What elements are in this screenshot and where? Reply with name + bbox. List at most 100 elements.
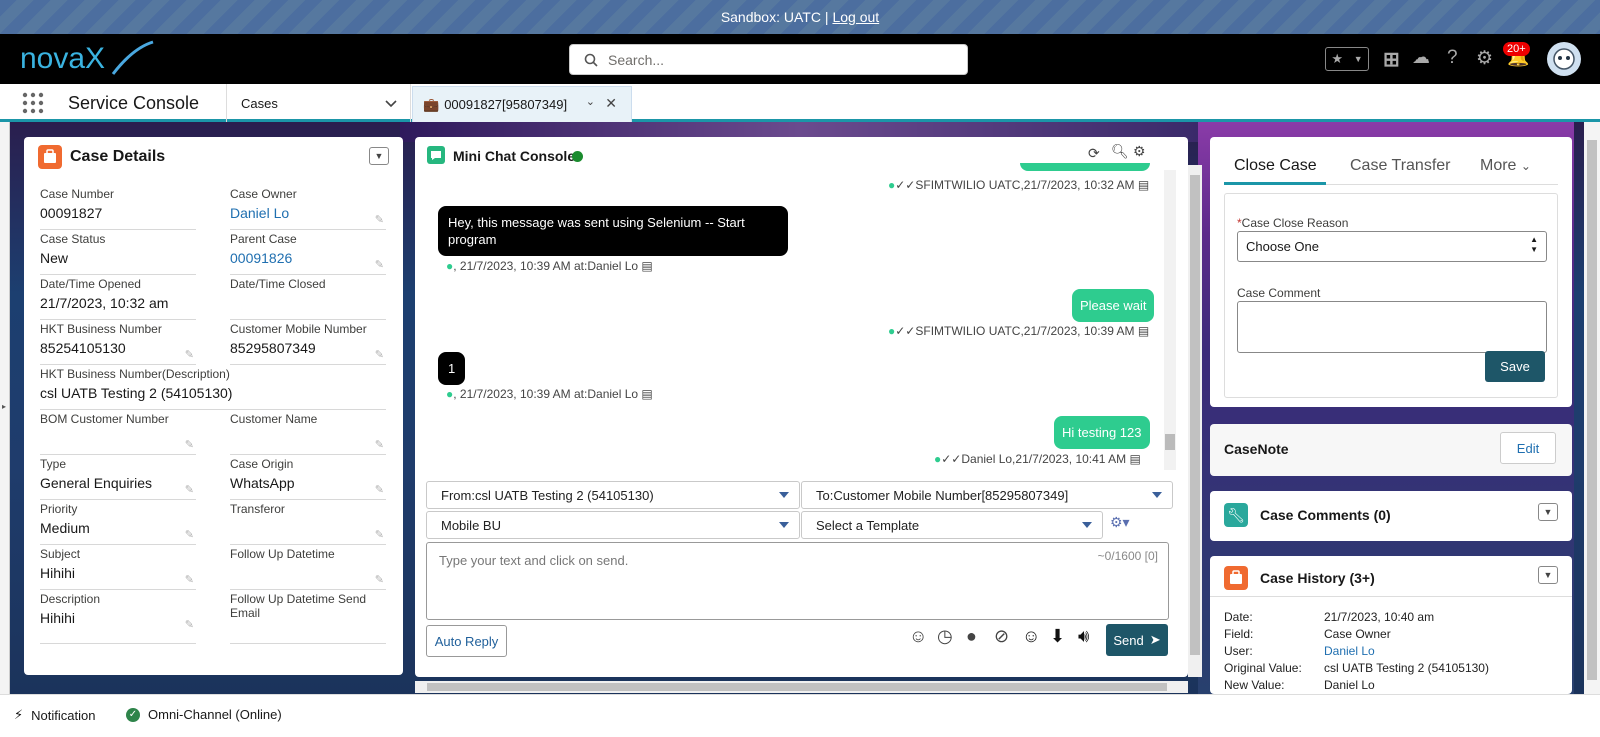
message-action-icon[interactable]: ▤ <box>641 259 652 273</box>
emoji-icon[interactable]: ☺ <box>1022 626 1040 647</box>
favorites-button[interactable]: ★ ▼ <box>1325 47 1369 71</box>
chat-horizontal-scrollbar[interactable] <box>415 681 1188 693</box>
chevron-down-icon: ▼ <box>374 151 384 161</box>
edit-pencil-icon[interactable]: ✎ <box>185 438 194 451</box>
novax-logo: novaX <box>18 38 158 80</box>
gear-icon[interactable]: ⚙ <box>1476 47 1493 70</box>
message-action-icon[interactable]: ▤ <box>1138 178 1149 192</box>
edit-pencil-icon[interactable]: ✎ <box>375 438 384 451</box>
message-action-icon[interactable]: ▤ <box>1130 452 1141 466</box>
template-settings-icon[interactable]: ⚙▾ <box>1110 514 1130 531</box>
field-bom-customer-number: BOM Customer Number ✎ <box>40 412 196 455</box>
edit-pencil-icon[interactable]: ✎ <box>375 258 384 271</box>
svg-text:novaX: novaX <box>20 42 105 75</box>
field-type: Type General Enquiries ✎ <box>40 457 196 500</box>
from-select[interactable]: From:csl UATB Testing 2 (54105130) <box>426 481 800 509</box>
chevron-down-icon: ⌄ <box>1520 159 1531 173</box>
casenote-title: CaseNote <box>1224 441 1289 457</box>
dropdown-arrow-icon <box>1082 522 1092 528</box>
tab-case-00091827[interactable]: 💼 00091827[95807349] ⌄ ✕ <box>412 86 632 122</box>
chat-icon <box>427 146 445 164</box>
notification-utility[interactable]: ⚡︎ Notification <box>14 707 95 723</box>
message-action-icon[interactable]: ▤ <box>1138 324 1149 338</box>
gear-icon[interactable]: ⚙ <box>1133 143 1146 160</box>
utility-bar: ⚡︎ Notification ✓ Omni-Channel (Online) <box>0 694 1600 737</box>
template-select[interactable]: Select a Template <box>801 511 1103 539</box>
close-icon[interactable]: ✕ <box>605 95 617 112</box>
case-close-reason-label: *Case Close Reason <box>1237 216 1349 230</box>
edit-pencil-icon[interactable]: ✎ <box>375 528 384 541</box>
case-close-reason-select[interactable]: Choose One ▲ ▼ <box>1237 231 1547 262</box>
chevron-down-icon[interactable]: ⌄ <box>586 95 595 108</box>
omni-channel-utility[interactable]: ✓ Omni-Channel (Online) <box>126 707 282 722</box>
case-comments-menu-button[interactable]: ▼ <box>1538 503 1558 521</box>
app-launcher-icon[interactable] <box>22 92 44 117</box>
speaker-icon[interactable]: 🔊︎ <box>1078 626 1089 647</box>
download-icon[interactable]: ⬇ <box>1050 626 1065 647</box>
edit-pencil-icon[interactable]: ✎ <box>375 483 384 496</box>
message-action-icon[interactable]: ▤ <box>641 387 652 401</box>
send-button[interactable]: Send ➤ <box>1106 624 1168 656</box>
case-details-title: Case Details <box>70 148 166 165</box>
edit-pencil-icon[interactable]: ✎ <box>185 348 194 361</box>
add-icon[interactable]: ⊞ <box>1383 47 1400 72</box>
help-icon[interactable]: ? <box>1447 47 1458 69</box>
console-nav: Service Console Cases 💼 00091827[9580734… <box>0 84 1600 122</box>
to-select[interactable]: To:Customer Mobile Number[85295807349] <box>801 481 1173 509</box>
auto-reply-button[interactable]: Auto Reply <box>426 625 507 657</box>
edit-pencil-icon[interactable]: ✎ <box>375 348 384 361</box>
edit-pencil-icon[interactable]: ✎ <box>185 528 194 541</box>
message-meta: ●, 21/7/2023, 10:39 AM at:Daniel Lo ▤ <box>446 387 653 401</box>
edit-pencil-icon[interactable]: ✎ <box>375 213 384 226</box>
nav-cases-dropdown[interactable]: Cases <box>226 84 411 122</box>
global-search[interactable]: Search... <box>569 44 968 75</box>
case-details-panel: Case Details ▼ Case Number 00091827 Case … <box>24 137 403 675</box>
notification-badge: 20+ <box>1503 42 1530 56</box>
message-input[interactable]: Type your text and click on send. ~0/160… <box>426 542 1169 620</box>
case-comment-label: Case Comment <box>1237 286 1321 300</box>
tab-case-transfer[interactable]: Case Transfer <box>1350 157 1450 175</box>
case-history-menu-button[interactable]: ▼ <box>1538 566 1558 584</box>
save-button[interactable]: Save <box>1485 351 1545 382</box>
chevron-down-icon: ▼ <box>1353 54 1363 64</box>
business-unit-select[interactable]: Mobile BU <box>426 511 800 539</box>
edit-pencil-icon[interactable]: ✎ <box>375 573 384 586</box>
updown-arrow-icon: ▲ ▼ <box>1530 235 1538 254</box>
edit-pencil-icon[interactable]: ✎ <box>185 483 194 496</box>
field-hkt-business-description: HKT Business Number(Description) csl UATB… <box>40 367 386 410</box>
logout-link[interactable]: Log out <box>832 9 879 25</box>
clock-icon[interactable]: ◷ <box>937 626 953 647</box>
edit-pencil-icon[interactable]: ✎ <box>185 573 194 586</box>
casenote-panel: CaseNote Edit <box>1210 424 1572 476</box>
tab-more[interactable]: More ⌄ <box>1480 157 1531 175</box>
chevron-down-icon: ▼ <box>1543 570 1553 580</box>
attachment-icon[interactable]: ⊘ <box>994 626 1009 647</box>
case-icon <box>1224 566 1248 590</box>
field-case-owner: Case Owner Daniel Lo ✎ <box>230 187 386 230</box>
chat-bubble-icon[interactable]: ● <box>966 626 977 647</box>
parent-case-link[interactable]: 00091826 <box>230 250 292 266</box>
avatar[interactable] <box>1547 42 1581 76</box>
case-comments-title: Case Comments (0) <box>1260 507 1391 523</box>
message-meta: ●✓✓Daniel Lo,21/7/2023, 10:41 AM ▤ <box>934 452 1141 466</box>
history-user-link[interactable]: Daniel Lo <box>1324 644 1375 658</box>
left-collapse-handle[interactable]: ▸ <box>0 122 10 694</box>
casenote-edit-button[interactable]: Edit <box>1500 432 1556 464</box>
tab-close-case[interactable]: Close Case <box>1234 157 1317 175</box>
search-icon[interactable]: 🔍︎ <box>1111 143 1129 160</box>
refresh-icon[interactable]: ⟳ <box>1088 145 1100 162</box>
page-scrollbar[interactable] <box>1584 122 1600 694</box>
chevron-down-icon[interactable] <box>384 96 398 110</box>
case-comment-input[interactable] <box>1237 301 1547 353</box>
edit-pencil-icon[interactable]: ✎ <box>185 618 194 631</box>
message-meta: ●✓✓SFIMTWILIO UATC,21/7/2023, 10:39 AM ▤ <box>888 324 1150 338</box>
chat-panel-scrollbar[interactable] <box>1188 165 1202 677</box>
message-bubble-outgoing: Hi testing 123 <box>1054 416 1150 449</box>
trailhead-icon[interactable]: ☁ <box>1412 47 1430 68</box>
chat-scrollbar[interactable] <box>1164 170 1176 470</box>
history-row-new-value: New Value: Daniel Lo <box>1224 678 1375 692</box>
message-meta: ●✓✓SFIMTWILIO UATC,21/7/2023, 10:32 AM ▤ <box>888 178 1150 192</box>
case-details-menu-button[interactable]: ▼ <box>369 147 389 165</box>
case-owner-link[interactable]: Daniel Lo <box>230 205 289 221</box>
emoji-group-icon[interactable]: ☺ <box>909 626 927 647</box>
